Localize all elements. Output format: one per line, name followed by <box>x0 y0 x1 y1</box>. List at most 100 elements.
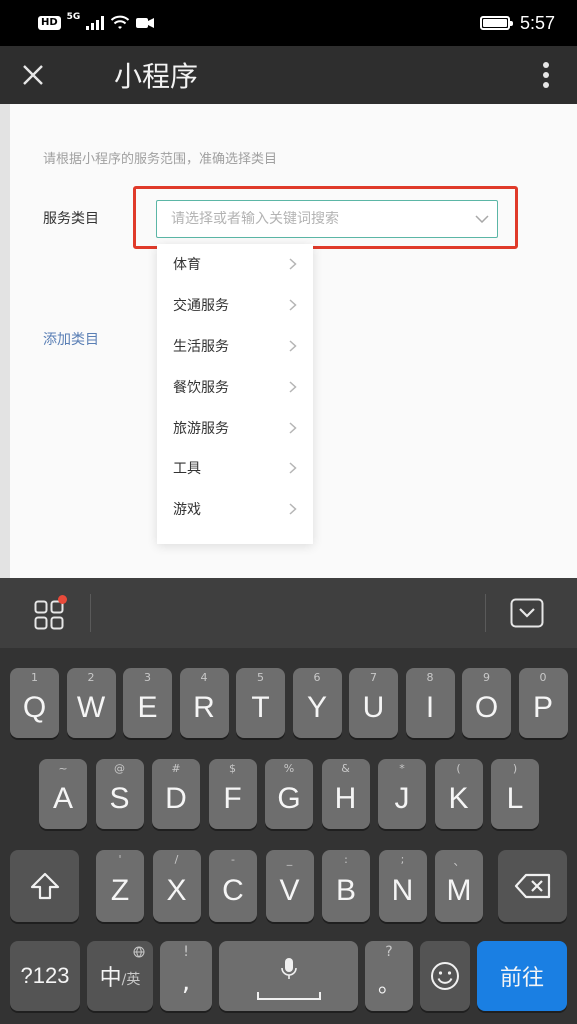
toolbar-divider <box>485 594 486 632</box>
key-h[interactable]: & H <box>321 759 370 829</box>
page-title: 小程序 <box>114 60 199 93</box>
key-label: Q <box>22 691 47 724</box>
key-secondary-label: 9 <box>483 671 490 684</box>
keyboard-toolbar <box>0 578 577 648</box>
key-e[interactable]: 3E <box>123 668 172 738</box>
key-a[interactable]: ~ A <box>39 759 87 829</box>
key-label: N <box>391 874 414 907</box>
dropdown-item-label: 工具 <box>173 461 201 478</box>
key-secondary-label: ' <box>118 853 122 866</box>
comma-key[interactable]: ! , <box>160 941 212 1011</box>
key-secondary-label: 8 <box>426 671 434 684</box>
key-secondary-label: $ <box>229 762 236 775</box>
key-label: X <box>166 874 187 907</box>
numbers-key[interactable]: ?123 <box>10 941 80 1011</box>
backspace-key[interactable] <box>498 850 567 922</box>
shift-key[interactable] <box>10 850 79 922</box>
emoji-key[interactable] <box>420 941 470 1011</box>
key-x[interactable]: / X <box>152 850 201 922</box>
key-k[interactable]: (K <box>434 759 483 829</box>
dropdown-item-label: 餐饮服务 <box>173 379 229 396</box>
key-c[interactable]: -C <box>209 850 257 922</box>
dropdown-item[interactable]: 生活服务 <box>157 326 313 367</box>
period-key[interactable]: ? 。 <box>365 941 413 1011</box>
go-button[interactable]: 前往 <box>477 941 567 1011</box>
dropdown-item-label: 旅游服务 <box>173 420 229 437</box>
dropdown-item[interactable]: 交通服务 <box>157 285 313 326</box>
key-secondary-label: _ <box>286 853 293 866</box>
key-secondary-label: / <box>174 853 179 866</box>
key-secondary-label: 、 <box>453 855 465 868</box>
key-secondary-label: % <box>283 762 295 775</box>
key-w[interactable]: 2W <box>66 668 116 738</box>
key-s[interactable]: @ S <box>95 759 144 829</box>
dropdown-item-label: 游戏 <box>173 502 201 519</box>
key-j[interactable]: * J <box>378 759 426 829</box>
key-label: T <box>251 691 270 724</box>
category-search-input[interactable] <box>171 211 467 227</box>
key-m[interactable]: 、 M <box>435 850 483 922</box>
dropdown-item[interactable]: 游戏 <box>157 489 313 530</box>
key-label: R <box>193 691 215 724</box>
more-icon-dot <box>543 82 549 88</box>
smiley-icon <box>431 962 459 990</box>
key-v[interactable]: _ V <box>265 850 314 922</box>
category-select[interactable] <box>156 200 498 238</box>
chevron-right-icon <box>289 299 299 311</box>
numbers-key-label: ?123 <box>20 963 70 988</box>
more-menu-button[interactable] <box>543 62 549 88</box>
dropdown-item[interactable]: 工具 <box>157 448 313 489</box>
language-switch-key[interactable]: 中 /英 <box>87 941 153 1011</box>
key-t[interactable]: 5T <box>236 668 285 738</box>
key-secondary-label: ) <box>512 762 518 775</box>
apps-grid-icon[interactable] <box>34 600 64 630</box>
page-edge <box>0 104 10 578</box>
notification-dot <box>58 595 67 604</box>
key-secondary-label: & <box>341 762 350 775</box>
key-d[interactable]: # D <box>152 759 200 829</box>
hide-keyboard-icon[interactable] <box>510 598 544 628</box>
dropdown-item[interactable]: 餐饮服务 <box>157 366 313 407</box>
key-l[interactable]: ) L <box>491 759 539 829</box>
space-key[interactable] <box>219 941 358 1011</box>
key-y[interactable]: 6Y <box>292 668 342 738</box>
key-b[interactable]: :B <box>322 850 370 922</box>
dropdown-item-label: 生活服务 <box>173 338 229 355</box>
dropdown-item[interactable]: 体育 <box>157 244 313 285</box>
key-label: Z <box>110 874 130 907</box>
video-call-icon <box>136 18 155 28</box>
key-secondary-label: 2 <box>87 671 95 684</box>
key-secondary-label: : <box>344 853 348 866</box>
key-secondary-label: 1 <box>31 671 38 684</box>
key-n[interactable]: ; N <box>378 850 427 922</box>
key-label: C <box>222 874 244 907</box>
key-o[interactable]: 9O <box>462 668 511 738</box>
key-label: B <box>335 874 356 907</box>
key-f[interactable]: $ F <box>208 759 257 829</box>
period-key-label: 。 <box>377 973 400 998</box>
key-r[interactable]: 4R <box>179 668 229 738</box>
key-secondary-label: @ <box>114 762 125 775</box>
add-category-link[interactable]: 添加类目 <box>43 329 99 349</box>
key-z[interactable]: ' Z <box>96 850 144 922</box>
chevron-right-icon <box>289 381 299 393</box>
more-icon-dot <box>543 72 549 78</box>
chevron-down-icon[interactable] <box>467 215 497 223</box>
key-g[interactable]: % G <box>265 759 313 829</box>
key-u[interactable]: 7U <box>349 668 398 738</box>
key-secondary-label: ; <box>400 853 405 866</box>
key-i[interactable]: 8I <box>405 668 455 738</box>
key-secondary-label: ~ <box>58 762 68 775</box>
key-p[interactable]: 0P <box>518 668 568 738</box>
key-q[interactable]: 1Q <box>10 668 59 738</box>
language-sub-label: /英 <box>121 972 141 988</box>
hd-badge: HD <box>38 16 61 30</box>
comma-key-label: , <box>181 967 191 997</box>
dropdown-item[interactable]: 旅游服务 <box>157 407 313 448</box>
key-secondary-label: 7 <box>370 671 377 684</box>
key-secondary-label: 4 <box>200 671 208 684</box>
comma-key-hint: ! <box>183 944 189 960</box>
key-secondary-label: * <box>399 762 405 775</box>
close-button[interactable] <box>22 46 72 104</box>
key-label: J <box>394 782 410 815</box>
